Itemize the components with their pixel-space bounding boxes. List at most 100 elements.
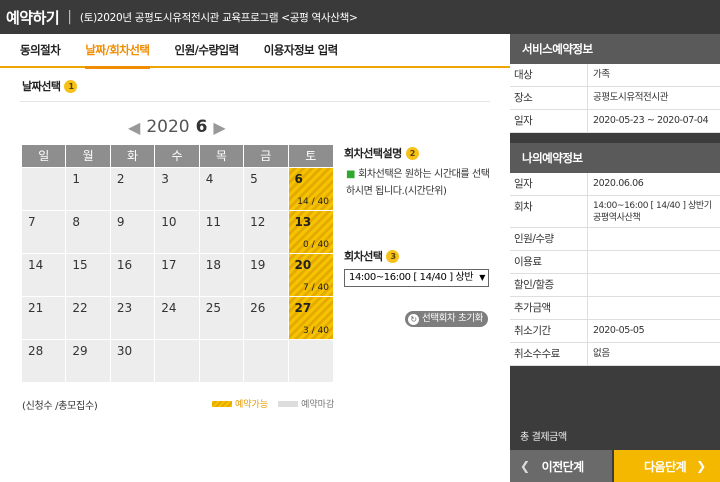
day-number: 22 [72,301,88,315]
session-desc-body: 회차선택은 원하는 시간대를 선택하시면 됩니다.(시간단위) [346,169,490,197]
row-key: 할인/할증 [510,274,588,296]
row-value: 2020-05-05 [593,325,645,336]
row-key: 일자 [510,173,588,195]
calendar-day-cell: 18 [199,254,245,296]
available-swatch [212,400,232,407]
calendar-week-row: 21 22 23 24 25 26 27 3 / 40 [22,296,333,339]
month-navigator: ◀ 2020 6 ▶ [128,117,226,137]
legend-available: 예약가능 [235,400,269,410]
calendar-legend: 예약가능 예약마감 [212,397,334,410]
day-number: 17 [161,258,177,272]
row-value [588,251,720,273]
calendar-day-cell: 29 [66,340,111,382]
my-info-table: 일자 2020.06.06 회차 14:00~16:00 [ 14/40 ] 상… [510,173,720,366]
tab-agreement[interactable]: 동의절차 [20,33,61,67]
tab-quantity[interactable]: 인원/수량입력 [175,33,240,67]
day-number: 10 [161,215,177,229]
calendar-empty-cell [288,340,333,382]
next-step-button[interactable]: 다음단계 ❯ [614,450,720,482]
day-number: 1 [72,172,81,186]
row-value [588,297,720,319]
calendar-day-cell: 21 [22,297,67,339]
row-key: 회차 [510,196,588,227]
table-row: 취소기간 2020-05-05 [510,320,720,343]
refresh-icon: ↻ [408,313,419,325]
calendar-empty-cell [244,340,289,382]
total-amount-label: 총 결제금액 [520,432,567,443]
calendar-day-cell: 3 [155,168,200,210]
next-month-icon[interactable]: ▶ [213,118,225,137]
row-value [588,274,720,296]
row-key: 대상 [510,64,588,86]
session-select[interactable]: 14:00~16:00 [ 14/40 ] 상반 ▼ [344,269,489,287]
day-number: 27 [294,301,312,315]
calendar-day-cell: 7 [22,211,67,253]
calendar: 일 월 화 수 목 금 토 1 2 3 4 5 6 14 / 40 7 8 9 10 11 12 13 0 … [22,145,333,382]
session-desc-label: 회차선택설명 [344,147,402,160]
row-key: 이용료 [510,251,588,273]
session-select-label: 회차선택 [344,250,383,263]
calendar-day-cell: 1 [66,168,111,210]
calendar-week-row: 28 29 30 [22,339,333,382]
calendar-day-cell: 14 [22,254,67,296]
table-row: 취소수수료 없음 [510,343,720,366]
calendar-day-cell: 5 [244,168,289,210]
calendar-day-cell[interactable]: 27 3 / 40 [288,297,333,339]
chevron-right-icon: ❯ [696,459,706,473]
title-divider: | [67,9,72,25]
day-number: 15 [72,258,88,272]
reset-session-button[interactable]: ↻ 선택회차 초기화 [405,311,488,327]
day-number: 18 [205,258,221,272]
session-desc-heading: 회차선택설명 2 [344,145,419,161]
prev-month-icon[interactable]: ◀ [128,118,140,137]
day-number: 11 [205,215,221,229]
row-value: 공평도시유적전시관 [593,92,669,103]
day-number: 28 [28,344,44,358]
row-value [588,228,720,250]
table-row: 이용료 [510,251,720,274]
calendar-day-cell: 26 [244,297,289,339]
reservation-sidebar: 서비스예약정보 대상 가족 장소 공평도시유적전시관 일자 2020-05-23… [510,34,720,482]
divider [20,101,490,102]
day-number: 21 [28,301,44,315]
prev-step-button[interactable]: ❮ 이전단계 [510,450,612,482]
day-booking-count: 0 / 40 [303,240,329,250]
day-number: 9 [116,215,125,229]
day-number: 4 [205,172,214,186]
calendar-month: 6 [195,117,208,137]
day-booking-count: 7 / 40 [303,283,329,293]
day-number: 12 [250,215,266,229]
tab-user-info[interactable]: 이용자정보 입력 [264,33,339,67]
row-key: 취소수수료 [510,343,588,365]
my-info-title: 나의예약정보 [510,143,720,173]
legend-closed: 예약마감 [301,400,335,410]
legend-count-note: (신청수 /총모집수) [22,401,98,412]
chevron-left-icon: ❮ [520,459,530,473]
calendar-day-cell: 8 [66,211,111,253]
calendar-day-cell[interactable]: 6 14 / 40 [288,168,333,210]
service-info-table: 대상 가족 장소 공평도시유적전시관 일자 2020-05-23 ~ 2020-… [510,64,720,133]
weekday-sat: 토 [288,145,333,167]
date-select-label: 날짜선택 [22,80,61,93]
row-key: 장소 [510,87,588,109]
table-row: 인원/수량 [510,228,720,251]
date-select-heading: 날짜선택 1 [22,78,78,94]
weekday-mon: 월 [66,145,111,167]
calendar-day-cell: 2 [110,168,156,210]
calendar-day-cell[interactable]: 13 0 / 40 [288,211,333,253]
day-number: 29 [72,344,88,358]
calendar-day-cell: 22 [66,297,111,339]
step-number-badge: 2 [405,146,419,160]
bullet-icon: ■ [346,169,356,180]
table-row: 일자 2020-05-23 ~ 2020-07-04 [510,110,720,133]
calendar-day-cell[interactable]: 20 7 / 40 [288,254,333,296]
day-number: 8 [72,215,81,229]
day-number: 5 [250,172,258,186]
day-number: 24 [161,301,177,315]
session-select-value: 14:00~16:00 [ 14/40 ] 상반 [349,272,474,283]
weekday-tue: 화 [110,145,156,167]
day-number: 2 [116,172,125,186]
calendar-day-cell: 12 [244,211,289,253]
tab-date-session[interactable]: 날짜/회차선택 [85,33,150,69]
step-number-badge: 1 [64,79,78,93]
